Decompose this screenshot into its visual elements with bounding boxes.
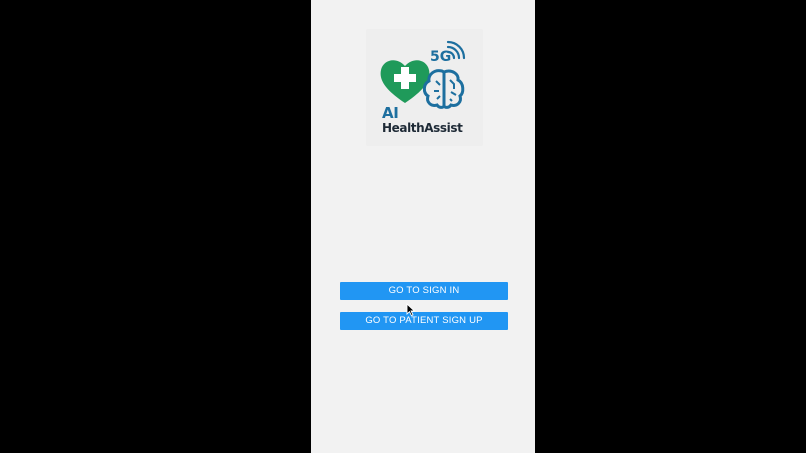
app-logo: 5G AI HealthAssist bbox=[366, 29, 483, 146]
logo-line-healthassist: HealthAssist bbox=[382, 121, 463, 135]
logo-wordmark: AI HealthAssist bbox=[382, 104, 463, 135]
logo-5g-badge: 5G bbox=[430, 49, 452, 65]
go-to-patient-sign-up-button[interactable]: GO TO PATIENT SIGN UP bbox=[340, 312, 508, 330]
app-screen: 5G AI HealthAssist GO TO SIGN IN GO TO P… bbox=[311, 0, 535, 453]
logo-line-ai: AI bbox=[382, 104, 399, 122]
go-to-sign-in-button[interactable]: GO TO SIGN IN bbox=[340, 282, 508, 300]
brain-circuit-icon bbox=[422, 69, 465, 109]
heart-cross-icon bbox=[380, 60, 430, 103]
mouse-cursor-icon bbox=[406, 303, 416, 317]
